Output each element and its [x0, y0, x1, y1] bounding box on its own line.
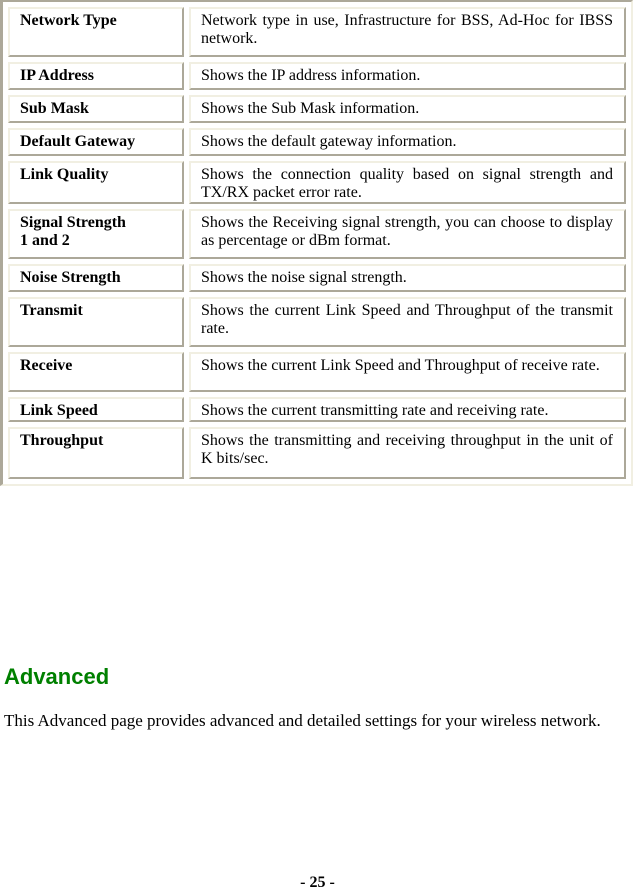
description-signal-strength: Shows the Receiving signal strength, you…: [189, 209, 626, 259]
term-signal-strength: Signal Strength 1 and 2: [8, 209, 184, 259]
description-link-quality: Shows the connection quality based on si…: [189, 161, 626, 204]
term-noise-strength: Noise Strength: [8, 264, 184, 292]
term-signal-strength-line2: 1 and 2: [20, 232, 70, 249]
term-transmit: Transmit: [8, 297, 184, 347]
table-row: Default Gateway Shows the default gatewa…: [8, 128, 626, 156]
term-network-type: Network Type: [8, 7, 184, 57]
table-row: Throughput Shows the transmitting and re…: [8, 427, 626, 479]
description-ip-address: Shows the IP address information.: [189, 62, 626, 90]
section-heading-advanced: Advanced: [4, 664, 110, 689]
description-throughput: Shows the transmitting and receiving thr…: [189, 427, 626, 479]
term-throughput: Throughput: [8, 427, 184, 479]
description-link-speed: Shows the current transmitting rate and …: [189, 397, 626, 422]
term-default-gateway: Default Gateway: [8, 128, 184, 156]
description-default-gateway: Shows the default gateway information.: [189, 128, 626, 156]
page-number: - 25 -: [300, 874, 335, 891]
description-transmit: Shows the current Link Speed and Through…: [189, 297, 626, 347]
table-row: Link Quality Shows the connection qualit…: [8, 161, 626, 204]
field-description-table: Network Type Network type in use, Infras…: [0, 0, 633, 486]
table-row: Sub Mask Shows the Sub Mask information.: [8, 95, 626, 123]
table-row: Signal Strength 1 and 2 Shows the Receivi…: [8, 209, 626, 259]
table-row: IP Address Shows the IP address informat…: [8, 62, 626, 90]
section-body-text: This Advanced page provides advanced and…: [4, 711, 601, 730]
table-row: Network Type Network type in use, Infras…: [8, 7, 626, 57]
description-network-type: Network type in use, Infrastructure for …: [189, 7, 626, 57]
term-sub-mask: Sub Mask: [8, 95, 184, 123]
description-noise-strength: Shows the noise signal strength.: [189, 264, 626, 292]
term-signal-strength-line1: Signal Strength: [20, 214, 126, 231]
table-row: Link Speed Shows the current transmittin…: [8, 397, 626, 422]
term-ip-address: IP Address: [8, 62, 184, 90]
description-receive: Shows the current Link Speed and Through…: [189, 352, 626, 392]
term-receive: Receive: [8, 352, 184, 392]
table-row: Transmit Shows the current Link Speed an…: [8, 297, 626, 347]
table-row: Noise Strength Shows the noise signal st…: [8, 264, 626, 292]
term-link-quality: Link Quality: [8, 161, 184, 204]
term-link-speed: Link Speed: [8, 397, 184, 422]
table-row: Receive Shows the current Link Speed and…: [8, 352, 626, 392]
description-sub-mask: Shows the Sub Mask information.: [189, 95, 626, 123]
